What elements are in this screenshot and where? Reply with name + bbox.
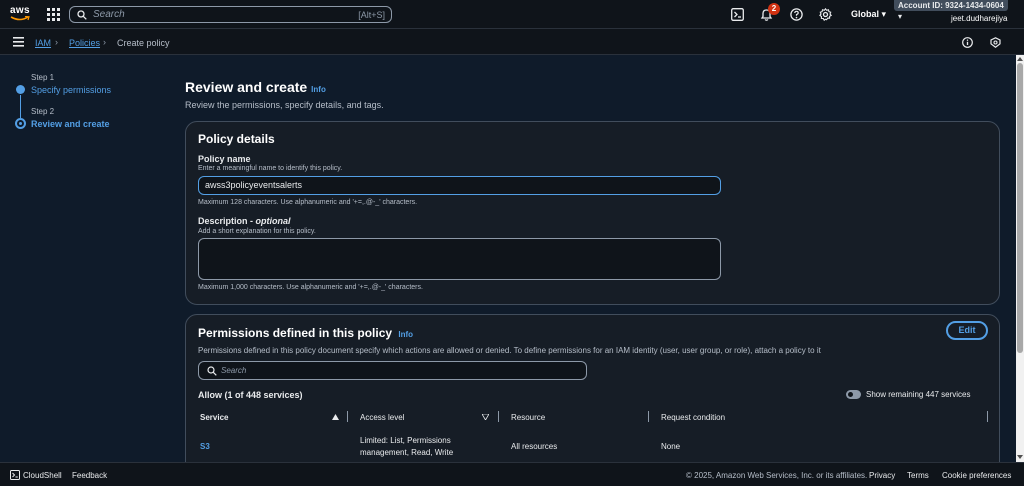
footer: CloudShell Feedback © 2025, Amazon Web S… [0, 462, 1024, 486]
policy-name-label: Policy name [198, 154, 251, 164]
permissions-info-link[interactable]: Info [398, 330, 413, 339]
global-search-input[interactable]: Search [Alt+S] [69, 6, 392, 23]
permissions-title-text: Permissions defined in this policy [198, 326, 393, 340]
page-scrollbar[interactable] [1016, 55, 1024, 462]
help-icon[interactable] [790, 8, 803, 21]
scrollbar-thumb[interactable] [1017, 63, 1023, 353]
policy-details-title: Policy details [198, 132, 275, 146]
permissions-container: Permissions defined in this policy Info … [185, 314, 1000, 474]
cloudshell-icon[interactable] [10, 470, 20, 480]
search-shortcut: [Alt+S] [358, 9, 385, 20]
grid-icon[interactable] [47, 8, 60, 21]
breadcrumb-iam[interactable]: IAM [35, 38, 51, 48]
terms-link[interactable]: Terms [907, 471, 929, 480]
aws-logo[interactable]: aws [10, 6, 32, 24]
step-2-link[interactable]: Review and create [31, 119, 110, 129]
cloudshell-icon[interactable] [731, 8, 744, 21]
policy-details-container: Policy details Policy name Enter a meani… [185, 121, 1000, 305]
sort-descending-icon[interactable] [482, 414, 489, 420]
menu-icon[interactable] [13, 37, 24, 47]
region-selector[interactable]: Global ▾ [851, 9, 886, 20]
step-2-indicator [15, 118, 26, 129]
service-link-s3[interactable]: S3 [200, 441, 210, 453]
access-level-line: Limited: List, Permissions [360, 436, 451, 445]
search-icon [207, 366, 217, 376]
permissions-description: Permissions defined in this policy docum… [198, 346, 821, 355]
search-placeholder: Search [93, 9, 125, 20]
cookie-preferences-link[interactable]: Cookie preferences [942, 471, 1011, 480]
aws-logo-text: aws [10, 5, 30, 16]
breadcrumb-create-policy: Create policy [117, 38, 170, 48]
allow-services-title: Allow (1 of 448 services) [198, 390, 303, 400]
feedback-link[interactable]: Feedback [72, 471, 107, 480]
step-connector [20, 95, 21, 118]
account-menu[interactable]: Account ID: 9324-1434-0604 ▾ [894, 0, 1008, 21]
permissions-search-placeholder: Search [221, 366, 247, 375]
description-optional: optional [255, 216, 291, 226]
resource-cell: All resources [511, 442, 558, 451]
chevron-right-icon: › [103, 37, 106, 47]
show-remaining-label: Show remaining 447 services [866, 390, 971, 399]
description-label: Description - optional [198, 216, 291, 226]
column-divider[interactable] [987, 411, 988, 422]
show-remaining-toggle[interactable] [846, 390, 861, 399]
page-title-text: Review and create [185, 79, 308, 95]
breadcrumb-policies[interactable]: Policies [69, 38, 100, 48]
column-divider[interactable] [648, 411, 649, 422]
scroll-down-icon[interactable] [1017, 454, 1023, 460]
username[interactable]: jeet.dudharejiya [951, 14, 1007, 23]
access-level-cell: Limited: List, Permissions management, R… [360, 435, 453, 459]
description-hint: Add a short explanation for this policy. [198, 228, 316, 235]
sort-ascending-icon[interactable] [332, 414, 339, 420]
column-divider[interactable] [498, 411, 499, 422]
edit-button[interactable]: Edit [946, 321, 988, 340]
info-circle-icon[interactable] [962, 37, 973, 48]
description-textarea[interactable] [198, 238, 721, 280]
privacy-link[interactable]: Privacy [869, 471, 895, 480]
column-divider[interactable] [347, 411, 348, 422]
access-level-line: management, Read, Write [360, 448, 454, 457]
step-2-label: Step 2 [31, 107, 55, 116]
chevron-right-icon: › [55, 37, 58, 47]
description-constraint: Maximum 1,000 characters. Use alphanumer… [198, 284, 423, 291]
top-navigation: aws Search [Alt+S] 2 Global ▾ Account ID… [0, 0, 1024, 29]
info-link[interactable]: Info [311, 85, 326, 94]
breadcrumb-bar: IAM › Policies › Create policy [0, 29, 1024, 55]
notifications-badge: 2 [768, 3, 780, 15]
column-header-service[interactable]: Service [200, 413, 228, 422]
copyright-text: © 2025, Amazon Web Services, Inc. or its… [686, 471, 868, 480]
page-subtitle: Review the permissions, specify details,… [185, 100, 384, 110]
policy-name-input[interactable]: awss3policyeventsalerts [198, 176, 721, 195]
policy-name-constraint: Maximum 128 characters. Use alphanumeric… [198, 199, 418, 206]
gear-icon[interactable] [819, 8, 832, 21]
search-icon [77, 9, 87, 20]
security-shield-icon[interactable] [990, 37, 1001, 48]
request-condition-cell: None [661, 442, 681, 451]
column-header-resource[interactable]: Resource [511, 413, 545, 422]
cloudshell-link[interactable]: CloudShell [23, 471, 62, 480]
step-1-label: Step 1 [31, 73, 55, 82]
page-title: Review and create Info [185, 79, 326, 95]
column-header-access-level[interactable]: Access level [360, 413, 404, 422]
step-1-indicator [16, 85, 25, 94]
aws-smile-icon [10, 16, 30, 21]
permissions-search-input[interactable]: Search [198, 361, 587, 380]
policy-name-hint: Enter a meaningful name to identify this… [198, 165, 343, 172]
description-label-text: Description - [198, 216, 256, 226]
permissions-title: Permissions defined in this policy Info [198, 326, 413, 340]
scroll-up-icon[interactable] [1017, 56, 1023, 62]
step-1-link[interactable]: Specify permissions [31, 85, 111, 95]
column-header-request-condition[interactable]: Request condition [661, 413, 725, 422]
